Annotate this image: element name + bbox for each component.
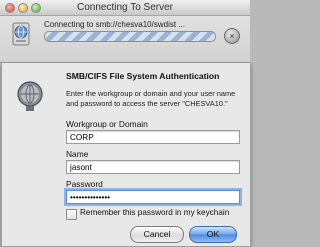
connecting-window-title: Connecting To Server	[77, 2, 173, 13]
connection-progress-bar	[44, 31, 216, 42]
connecting-window: Connecting To Server Connecting to smb:/…	[0, 0, 250, 63]
name-label: Name	[66, 149, 89, 159]
authentication-sheet: SMB/CIFS File System Authentication Ente…	[1, 63, 251, 247]
cancel-button[interactable]: Cancel	[130, 226, 184, 243]
password-label: Password	[66, 179, 103, 189]
server-globe-icon	[12, 22, 30, 46]
remember-password-checkbox[interactable]	[66, 209, 77, 220]
workgroup-label: Workgroup or Domain	[66, 119, 148, 129]
sheet-description: Enter the workgroup or domain and your u…	[66, 89, 236, 108]
workgroup-field[interactable]: CORP	[66, 130, 240, 144]
connection-status-text: Connecting to smb://chesva10/swdist ...	[44, 20, 185, 29]
name-field[interactable]: jasont	[66, 160, 240, 174]
password-field[interactable]: ••••••••••••••	[66, 190, 240, 204]
remember-password-label: Remember this password in my keychain	[80, 208, 230, 217]
connecting-window-titlebar: Connecting To Server	[0, 0, 250, 16]
network-globe-icon	[17, 81, 43, 111]
ok-button[interactable]: OK	[189, 226, 237, 243]
stop-connection-button[interactable]: ×	[224, 28, 240, 44]
sheet-title: SMB/CIFS File System Authentication	[66, 71, 220, 81]
